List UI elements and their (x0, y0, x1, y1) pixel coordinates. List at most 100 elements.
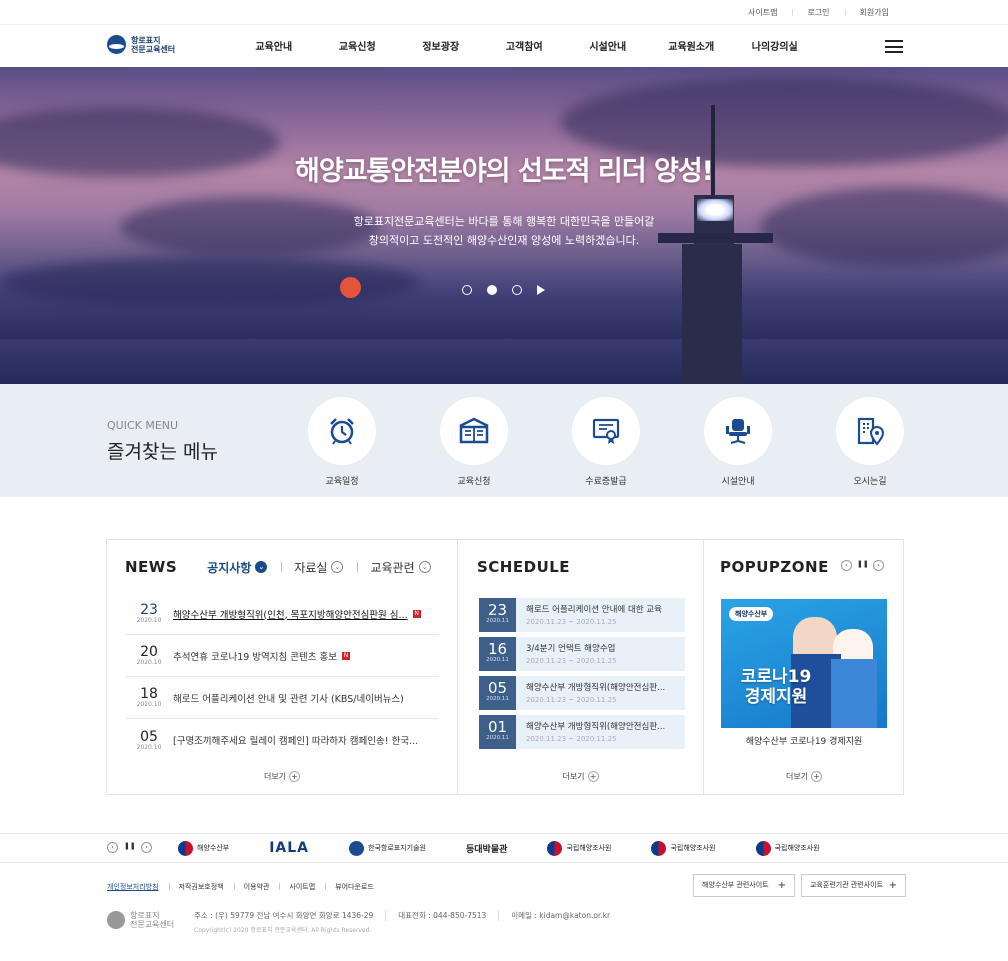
family-logo-name: 국립해양조사원 (566, 844, 612, 852)
pause-icon[interactable]: ❚❚ (857, 560, 869, 571)
copyright-policy-link[interactable]: 저작권보호정책 (168, 882, 234, 892)
content-board: NEWS 공지사항 ⌄ 자료실 ⌄ 교육관련 ⌄ 23 2020.10 해양수산부 개방… (106, 539, 904, 795)
schedule-title: SCHEDULE (477, 558, 571, 576)
nav-item-customer[interactable]: 고객참여 (483, 38, 567, 53)
slider-controls (462, 285, 545, 295)
terms-link[interactable]: 이용약관 (233, 882, 280, 892)
slide-dot-active[interactable] (487, 285, 497, 295)
schedule-day: 16 (487, 640, 508, 658)
new-badge: N (412, 609, 421, 618)
quick-item-schedule[interactable]: 교육일정 (308, 397, 440, 487)
list-item[interactable]: 05 2020.10 [구명조끼해주세요 릴레이 캠페인] 따라하자 캠페인송! … (125, 719, 439, 761)
banner-headline-line1: 코로나19 (740, 667, 812, 687)
news-panel: NEWS 공지사항 ⌄ 자료실 ⌄ 교육관련 ⌄ 23 2020.10 해양수산부 개방… (107, 540, 458, 794)
nav-item-about[interactable]: 교육원소개 (650, 38, 734, 53)
family-logo-mof[interactable]: 해양수산부 (178, 840, 230, 856)
family-logo-iala[interactable]: IALA (269, 840, 309, 856)
nav-item-edu-apply[interactable]: 교육신청 (316, 38, 400, 53)
schedule-more-button[interactable]: 더보기 + (458, 771, 703, 782)
hamburger-menu-icon[interactable] (885, 40, 903, 53)
news-item-title[interactable]: 해양수산부 개방형직위(인천, 목포지방해양안전심판원 심... (173, 610, 408, 621)
play-icon[interactable] (537, 285, 545, 295)
logo-mark-icon (107, 35, 126, 54)
nav-item-my-class[interactable]: 나의강의실 (733, 38, 817, 53)
chevron-right-icon[interactable]: › (141, 842, 152, 853)
site-logo[interactable]: 항로표지 전문교육센터 (107, 35, 175, 54)
news-item-title[interactable]: 해로드 어플리케이션 안내 및 관련 기사 (KBS/네이버뉴스) (173, 691, 404, 705)
chevron-left-icon[interactable]: ‹ (841, 560, 852, 571)
list-item[interactable]: 23 2020.10 해양수산부 개방형직위(인천, 목포지방해양안전심판원 심.… (125, 593, 439, 635)
family-logo-name: 해양수산부 (197, 844, 230, 852)
chevron-left-icon[interactable]: ‹ (107, 842, 118, 853)
news-item-title[interactable]: [구명조끼해주세요 릴레이 캠페인] 따라하자 캠페인송! 한국... (173, 733, 418, 747)
tab-label: 자료실 (294, 560, 328, 575)
slide-dot[interactable] (462, 285, 472, 295)
quick-item-apply[interactable]: 교육신청 (440, 397, 572, 487)
schedule-period: 2020.11.23 ~ 2020.11.25 (526, 696, 617, 704)
person-figure (831, 659, 877, 728)
schedule-list: 23 2020.11 해로드 어플리케이션 안내에 대한 교육 2020.11.23… (479, 598, 685, 754)
related-site-select-mof[interactable]: 해양수산부 관련사이트 (693, 874, 795, 897)
popup-more-button[interactable]: 더보기 + (704, 771, 904, 782)
quick-item-facility[interactable]: 시설안내 (704, 397, 836, 487)
emblem-icon (547, 840, 563, 856)
family-logo-khoa[interactable]: 국립해양조사원 (651, 840, 716, 856)
news-day: 18 (140, 686, 158, 702)
tab-archive[interactable]: 자료실 ⌄ (294, 559, 344, 576)
main-nav: 교육안내 교육신청 정보광장 고객참여 시설안내 교육원소개 나의강의실 (232, 38, 817, 53)
list-item[interactable]: 20 2020.10 추석연휴 코로나19 방역지침 콘텐츠 홍보 N (125, 635, 439, 677)
viewer-download-link[interactable]: 뷰어다운로드 (325, 882, 384, 892)
family-logo-kriso[interactable]: 한국항로표지기술원 (349, 840, 426, 856)
popup-banner[interactable]: 해양수산부 코로나19 경제지원 (721, 599, 887, 728)
schedule-item[interactable]: 01 2020.11 해양수산부 개방형직위(해양안전심판... 2020.11.2… (479, 715, 685, 749)
family-logo-khoa[interactable]: 국립해양조사원 (547, 840, 612, 856)
sitemap-link[interactable]: 사이트맵 (733, 7, 792, 18)
family-logo-khoa[interactable]: 국립해양조사원 (755, 840, 820, 856)
footer-sitemap-link[interactable]: 사이트맵 (279, 882, 325, 892)
footer-links: 개인정보처리방침 저작권보호정책 이용약관 사이트맵 뷰어다운로드 (107, 882, 384, 892)
login-link[interactable]: 로그인 (792, 7, 844, 18)
hero-banner: 해양교통안전분야의 선도적 리더 양성! 항로표지전문교육센터는 바다를 통해 … (0, 67, 1008, 384)
nav-item-info-plaza[interactable]: 정보광장 (399, 38, 483, 53)
chevron-down-icon: ⌄ (418, 561, 431, 573)
footer-phone: 대표전화 : 044-850-7513 (398, 910, 500, 921)
nav-item-edu-info[interactable]: 교육안내 (232, 38, 316, 53)
tab-notice[interactable]: 공지사항 ⌄ (207, 559, 268, 576)
quick-menu: QUICK MENU 즐겨찾는 메뉴 교육일정 교육신청 수료증발급 시설안내 (0, 384, 1008, 497)
schedule-item[interactable]: 23 2020.11 해로드 어플리케이션 안내에 대한 교육 2020.11.23… (479, 598, 685, 632)
quick-menu-items: 교육일정 교육신청 수료증발급 시설안내 오시는길 (308, 397, 968, 487)
schedule-item[interactable]: 05 2020.11 해양수산부 개방형직위(해양안전심판... 2020.11.2… (479, 676, 685, 710)
nav-item-facility[interactable]: 시설안내 (566, 38, 650, 53)
quick-menu-en-label: QUICK MENU (107, 419, 179, 432)
list-item[interactable]: 18 2020.10 해로드 어플리케이션 안내 및 관련 기사 (KBS/네이버… (125, 677, 439, 719)
quick-item-directions[interactable]: 오시는길 (836, 397, 968, 487)
pause-icon[interactable]: ❚❚ (124, 842, 136, 853)
schedule-item-title: 3/4분기 언택트 해양수업 (526, 644, 616, 654)
schedule-item[interactable]: 16 2020.11 3/4분기 언택트 해양수업 2020.11.23 ~ 202… (479, 637, 685, 671)
news-list: 23 2020.10 해양수산부 개방형직위(인천, 목포지방해양안전심판원 심.… (125, 593, 439, 761)
quick-item-certificate[interactable]: 수료증발급 (572, 397, 704, 487)
family-logo-museum[interactable]: 등대박물관 (466, 842, 507, 855)
chevron-right-icon[interactable]: › (873, 560, 884, 571)
join-link[interactable]: 회원가입 (844, 7, 904, 18)
plus-icon: + (587, 771, 599, 782)
family-logo-name: 국립해양조사원 (670, 844, 716, 852)
banner-headline-line2: 경제지원 (744, 687, 808, 707)
alarm-clock-icon (330, 418, 354, 445)
hero-subtitle-line2: 창의적이고 도전적인 해양수산인재 양성에 노력하겠습니다. (368, 234, 640, 247)
schedule-month: 2020.11 (486, 735, 509, 741)
privacy-policy-link[interactable]: 개인정보처리방침 (107, 882, 169, 892)
more-label: 더보기 (785, 772, 809, 781)
schedule-period: 2020.11.23 ~ 2020.11.25 (526, 657, 617, 665)
schedule-item-title: 해양수산부 개방형직위(해양안전심판... (526, 722, 666, 732)
popupzone-title: POPUPZONE (720, 558, 829, 576)
news-item-title[interactable]: 추석연휴 코로나19 방역지침 콘텐츠 홍보 (173, 652, 337, 663)
tab-education[interactable]: 교육관련 ⌄ (370, 559, 431, 576)
related-site-select-training[interactable]: 교육훈련기관 관련사이트 (801, 874, 906, 897)
plus-icon: + (289, 771, 301, 782)
book-icon (459, 417, 489, 444)
schedule-period: 2020.11.23 ~ 2020.11.25 (526, 735, 617, 743)
news-more-button[interactable]: 더보기 + (107, 771, 457, 782)
plus-icon: + (811, 771, 823, 782)
slide-dot[interactable] (512, 285, 522, 295)
